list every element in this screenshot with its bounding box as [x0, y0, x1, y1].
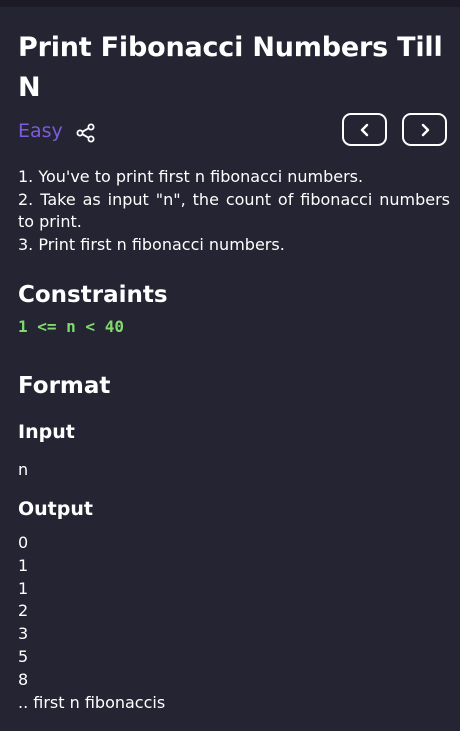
difficulty-badge: Easy	[18, 120, 63, 142]
format-heading: Format	[18, 373, 111, 399]
problem-title: Print Fibonacci Numbers Till N	[18, 32, 443, 103]
problem-meta-row: Easy	[18, 112, 450, 156]
share-icon[interactable]	[76, 123, 96, 143]
description-line: 3. Print first n fibonacci numbers.	[18, 234, 285, 254]
constraints-heading: Constraints	[18, 282, 168, 308]
output-line: 1	[18, 555, 29, 575]
chevron-right-icon	[421, 123, 429, 136]
description-line: 1. You've to print first n fibonacci num…	[18, 167, 364, 186]
output-format-list: 0 1 1 2 3 5 8 .. first n fibonaccis	[18, 532, 450, 714]
output-line: 5	[18, 646, 29, 666]
input-heading: Input	[18, 421, 75, 443]
output-line: 2	[18, 601, 29, 621]
description-line: 2. Take as input "n", the count of fibon…	[18, 189, 450, 232]
chevron-left-icon	[360, 123, 368, 136]
output-line: 3	[18, 624, 29, 644]
output-line: .. first n fibonaccis	[18, 692, 166, 712]
output-heading: Output	[18, 498, 93, 520]
input-format-value: n	[18, 460, 29, 479]
problem-panel: Print Fibonacci Numbers Till N Easy 1. Y…	[18, 28, 450, 714]
output-line: 1	[18, 578, 29, 598]
next-problem-button[interactable]	[402, 113, 447, 146]
previous-problem-button[interactable]	[342, 113, 387, 146]
output-line: 8	[18, 669, 29, 689]
top-bar	[0, 0, 460, 7]
output-line: 0	[18, 533, 29, 552]
constraint-value: 1 <= n < 40	[18, 317, 124, 336]
problem-description: 1. You've to print first n fibonacci num…	[18, 166, 450, 256]
